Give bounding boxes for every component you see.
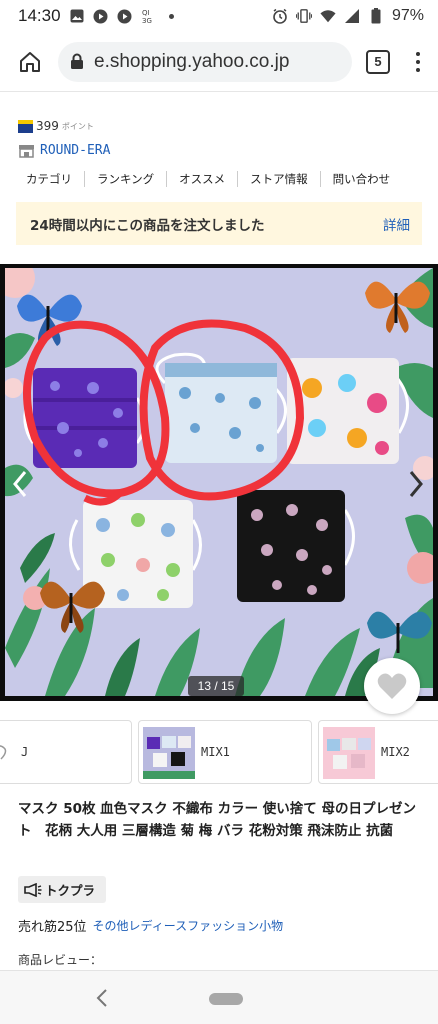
product-image-gallery[interactable] bbox=[0, 264, 438, 701]
variant-thumbnail-mix1 bbox=[143, 727, 195, 779]
store-nav: カテゴリ ランキング オススメ ストア情報 問い合わせ bbox=[14, 166, 424, 192]
tokupura-label: トクプラ bbox=[45, 883, 96, 898]
sim-icon: QI ЗG bbox=[141, 8, 157, 24]
heart-icon bbox=[377, 673, 407, 699]
home-button[interactable] bbox=[10, 42, 50, 82]
lock-icon bbox=[71, 53, 83, 69]
back-chevron-icon bbox=[96, 989, 107, 1007]
play-icon bbox=[117, 8, 133, 24]
gallery-next-button[interactable] bbox=[404, 464, 428, 504]
tab-switcher-button[interactable]: 5 bbox=[366, 49, 390, 74]
variant-label-mix1: MIX1 bbox=[201, 745, 230, 759]
ranking-position: 売れ筋25位 bbox=[18, 920, 87, 935]
variant-mix2[interactable]: MIX2 bbox=[318, 720, 438, 784]
play-icon bbox=[93, 8, 109, 24]
back-button[interactable] bbox=[92, 985, 112, 1011]
product-photo bbox=[5, 268, 433, 696]
status-bar: 14:30 QI ЗG 97% bbox=[0, 0, 438, 32]
gallery-prev-button[interactable] bbox=[8, 464, 32, 504]
ranking-info: 売れ筋25位 その他レディースファッション小物 bbox=[18, 916, 283, 935]
svg-text:ЗG: ЗG bbox=[142, 17, 152, 24]
vibrate-icon bbox=[295, 8, 312, 24]
alarm-icon bbox=[272, 8, 288, 24]
store-nav-ranking[interactable]: ランキング bbox=[84, 171, 166, 187]
signal-icon bbox=[344, 8, 360, 24]
battery-percent: 97% bbox=[391, 7, 424, 24]
variant-mix1[interactable]: MIX1 bbox=[138, 720, 312, 784]
store-nav-recommend[interactable]: オススメ bbox=[166, 171, 237, 187]
review-label: 商品レビュー： bbox=[18, 953, 103, 967]
svg-text:QI: QI bbox=[142, 9, 150, 17]
variant-selector: J MIX1 MIX2 bbox=[0, 720, 438, 786]
wifi-icon bbox=[320, 8, 336, 24]
store-nav-contact[interactable]: 問い合わせ bbox=[319, 171, 403, 187]
home-gesture-pill[interactable] bbox=[209, 993, 243, 1005]
image-icon bbox=[69, 8, 85, 24]
store-icon bbox=[19, 144, 34, 158]
more-vertical-icon bbox=[416, 51, 420, 56]
store-nav-category[interactable]: カテゴリ bbox=[14, 171, 84, 187]
points-unit: ポイント bbox=[61, 121, 94, 131]
variant-thumbnail-mix2 bbox=[323, 727, 375, 779]
status-time: 14:30 bbox=[18, 6, 61, 25]
heart-outline-icon bbox=[0, 745, 7, 760]
megaphone-icon bbox=[24, 882, 42, 897]
recent-order-text: 24時間以内にこの商品を注文しました bbox=[30, 217, 265, 234]
variant-j[interactable]: J bbox=[0, 720, 132, 784]
favorite-button[interactable] bbox=[364, 658, 420, 714]
product-title: マスク 50枚 血色マスク 不織布 カラー 使い捨て 母の日プレゼント 花柄 大… bbox=[18, 801, 416, 839]
points-info: 399 ポイント bbox=[18, 119, 94, 133]
url-text: e.shopping.yahoo.co.jp bbox=[94, 50, 290, 72]
points-value: 399 bbox=[36, 119, 59, 133]
browser-toolbar: e.shopping.yahoo.co.jp 5 bbox=[0, 32, 438, 92]
store-link[interactable]: ROUND-ERA bbox=[18, 143, 110, 158]
ranking-category-link[interactable]: その他レディースファッション小物 bbox=[93, 917, 284, 934]
recent-order-details-link[interactable]: 詳細 bbox=[383, 214, 410, 234]
store-name: ROUND-ERA bbox=[40, 143, 111, 158]
system-navigation-bar bbox=[0, 970, 438, 1024]
tokupura-badge[interactable]: トクプラ bbox=[18, 876, 106, 903]
store-nav-store-info[interactable]: ストア情報 bbox=[237, 171, 320, 187]
variant-label-mix2: MIX2 bbox=[381, 745, 410, 759]
recent-order-banner: 24時間以内にこの商品を注文しました 詳細 bbox=[16, 202, 422, 245]
chevron-right-icon bbox=[409, 471, 423, 497]
battery-icon bbox=[368, 8, 384, 24]
overflow-menu-button[interactable] bbox=[408, 47, 428, 77]
variant-label-j: J bbox=[21, 745, 29, 759]
t-point-icon bbox=[18, 119, 33, 133]
home-icon bbox=[20, 51, 40, 72]
notification-dot-icon bbox=[168, 13, 174, 19]
address-bar[interactable]: e.shopping.yahoo.co.jp bbox=[58, 41, 352, 82]
chevron-left-icon bbox=[13, 471, 27, 497]
gallery-counter: 13 / 15 bbox=[188, 676, 244, 696]
